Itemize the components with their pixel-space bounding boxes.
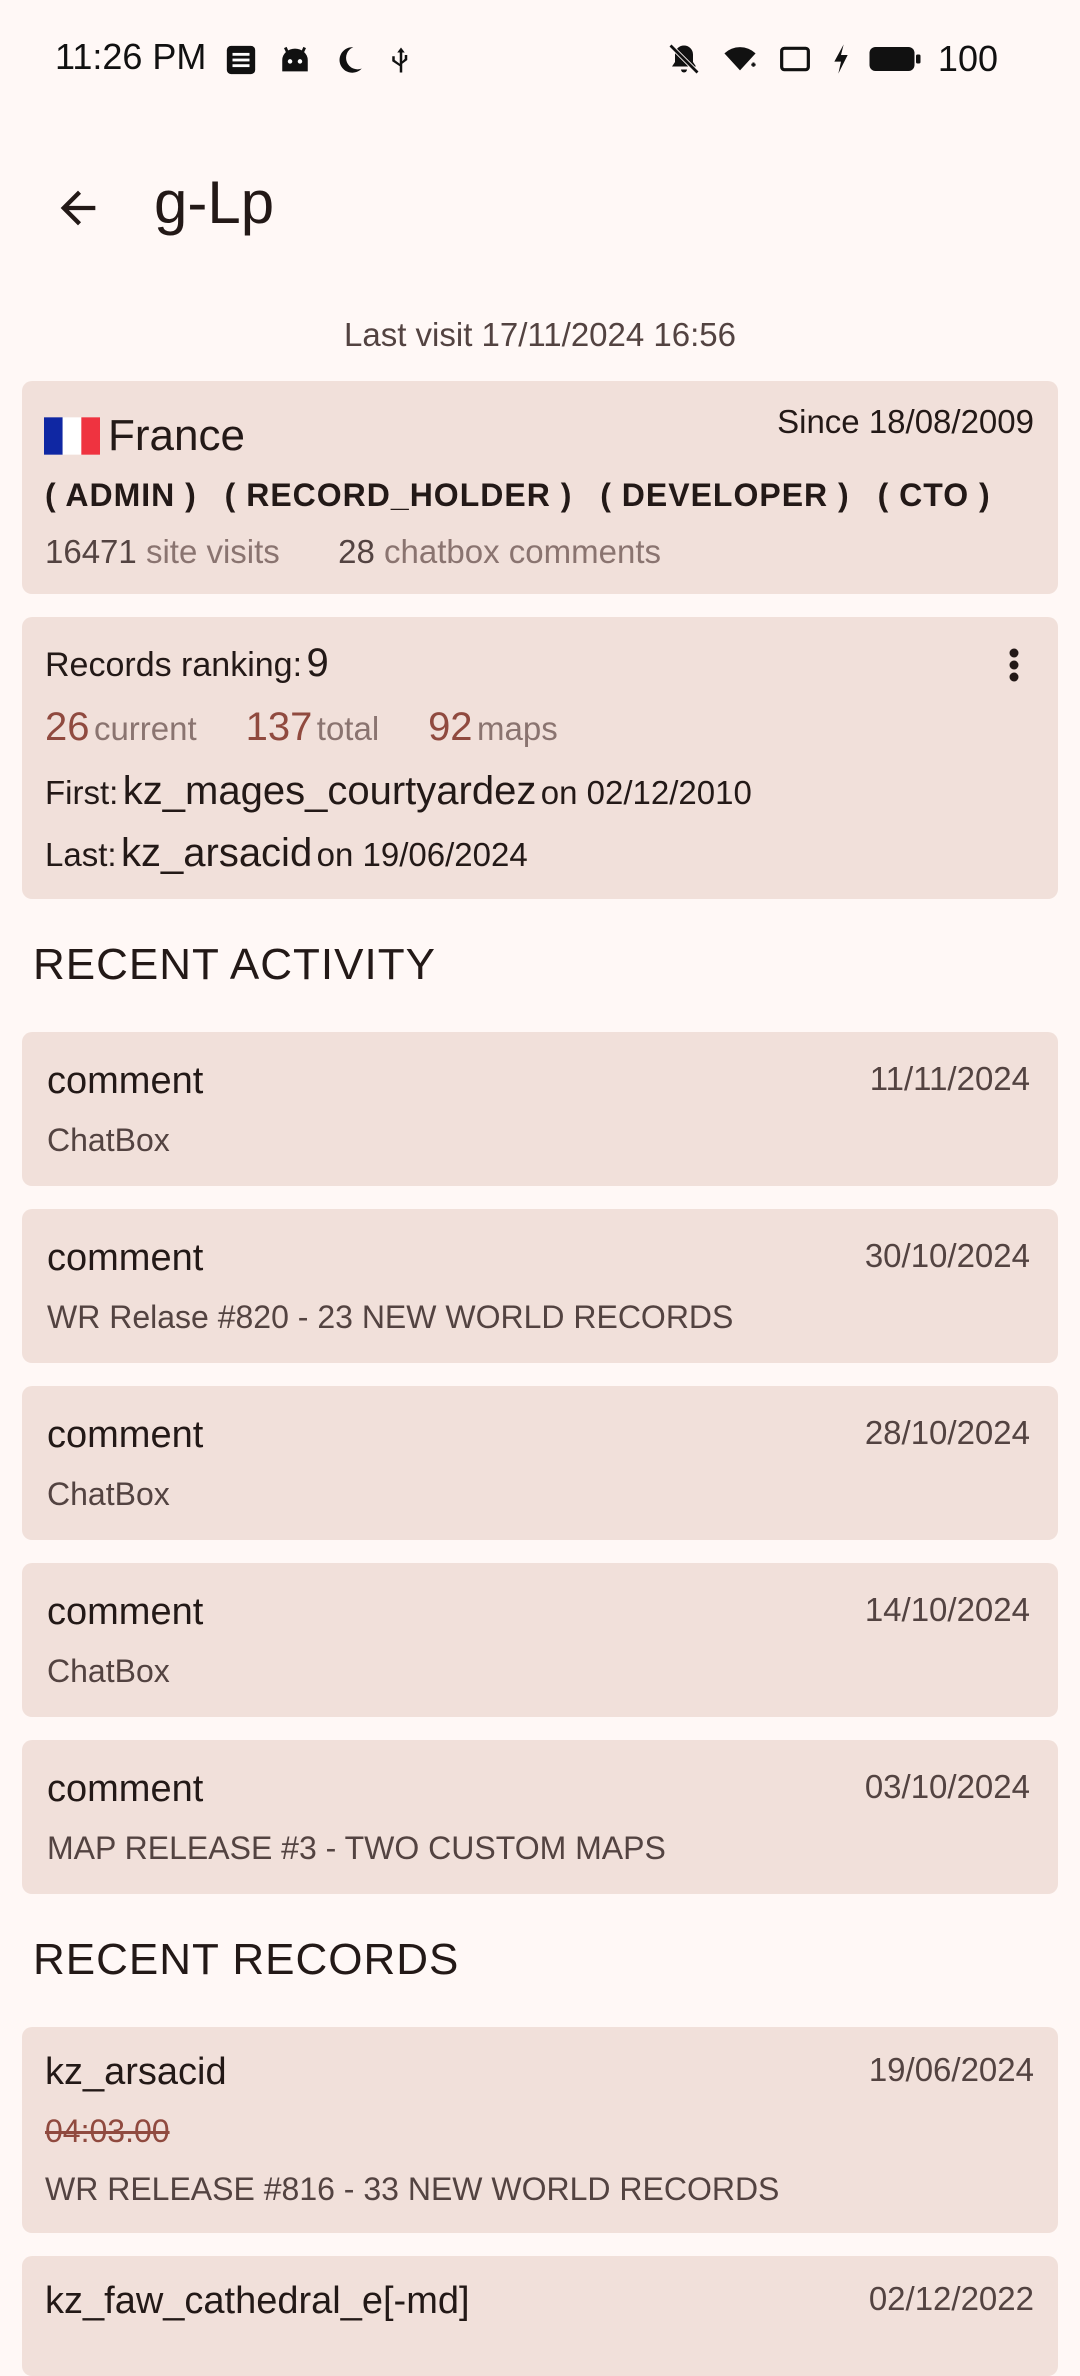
back-button[interactable]	[48, 178, 108, 238]
more-options-button[interactable]	[992, 643, 1036, 687]
current-label: current	[93, 710, 197, 747]
activity-item[interactable]: comment 28/10/2024 ChatBox	[22, 1386, 1058, 1540]
role-badge: ( DEVELOPER )	[600, 477, 850, 513]
records-card: Records ranking: 9 26 current 137 total …	[22, 617, 1058, 899]
country-name: France	[108, 411, 245, 460]
comments-label: chatbox comments	[384, 533, 661, 570]
country: France	[44, 411, 245, 461]
activity-item[interactable]: comment 11/11/2024 ChatBox	[22, 1032, 1058, 1186]
last-label: Last:	[45, 836, 117, 873]
activity-type: comment	[47, 1060, 204, 1102]
activity-subject: ChatBox	[47, 1476, 170, 1512]
last-visit: Last visit 17/11/2024 16:56	[343, 316, 736, 353]
activity-type: comment	[47, 1237, 204, 1279]
activity-date: 11/11/2024	[869, 1060, 1030, 1097]
recent-activity-heading: RECENT ACTIVITY	[33, 940, 436, 989]
first-date: on 02/12/2010	[540, 774, 752, 811]
comments-count: 28	[338, 533, 375, 570]
activity-subject: ChatBox	[47, 1653, 170, 1689]
ranking-value: 9	[306, 641, 329, 685]
site-visits-label: site visits	[145, 533, 280, 570]
activity-subject: WR Relase #820 - 23 NEW WORLD RECORDS	[47, 1299, 734, 1335]
first-map-link[interactable]: kz_mages_courtyardez	[123, 769, 537, 813]
status-bar: 11:26 PM 100	[0, 0, 1080, 120]
site-visits-count: 16471	[45, 533, 137, 570]
role-badge: ( CTO )	[877, 477, 991, 513]
cast-icon	[779, 46, 810, 72]
role-badge: ( RECORD_HOLDER )	[224, 477, 573, 513]
record-item[interactable]: kz_faw_cathedral_e[-md] 02/12/2022	[22, 2256, 1058, 2376]
status-icons-left	[224, 42, 416, 78]
status-time: 11:26 PM	[55, 36, 207, 77]
record-item[interactable]: kz_arsacid 19/06/2024 04:03.00 WR RELEAS…	[22, 2027, 1058, 2233]
profile-card: France Since 18/08/2009 ( ADMIN ) ( RECO…	[22, 381, 1058, 594]
activity-date: 30/10/2024	[864, 1237, 1030, 1274]
last-record: Last: kz_arsacid on 19/06/2024	[45, 831, 528, 876]
record-release: WR RELEASE #816 - 33 NEW WORLD RECORDS	[45, 2171, 780, 2207]
first-label: First:	[45, 774, 119, 811]
activity-date: 03/10/2024	[864, 1768, 1030, 1805]
profile-stats: 16471 site visits 28 chatbox comments	[45, 533, 661, 571]
recent-records-heading: RECENT RECORDS	[33, 1935, 460, 1984]
activity-type: comment	[47, 1414, 204, 1456]
activity-item[interactable]: comment 03/10/2024 MAP RELEASE #3 - TWO …	[22, 1740, 1058, 1894]
current-count: 26	[45, 705, 90, 749]
activity-subject: MAP RELEASE #3 - TWO CUSTOM MAPS	[47, 1830, 666, 1866]
france-flag-icon	[44, 417, 100, 455]
activity-item[interactable]: comment 30/10/2024 WR Relase #820 - 23 N…	[22, 1209, 1058, 1363]
activity-type: comment	[47, 1768, 204, 1810]
page-title: g-Lp	[154, 169, 275, 236]
ranking-label: Records ranking:	[45, 646, 303, 684]
records-ranking: Records ranking: 9	[45, 641, 329, 686]
activity-subject: ChatBox	[47, 1122, 170, 1158]
charging-icon	[834, 44, 848, 74]
record-map: kz_arsacid	[45, 2051, 227, 2093]
mute-icon	[668, 43, 700, 75]
last-map-link[interactable]: kz_arsacid	[121, 831, 312, 875]
records-stats: 26 current 137 total 92 maps	[45, 705, 558, 750]
activity-item[interactable]: comment 14/10/2024 ChatBox	[22, 1563, 1058, 1717]
activity-date: 14/10/2024	[864, 1591, 1030, 1628]
role-badge: ( ADMIN )	[45, 477, 197, 513]
maps-label: maps	[477, 710, 558, 747]
more-vert-icon	[1009, 648, 1019, 682]
record-time: 04:03.00	[45, 2113, 170, 2149]
member-since: Since 18/08/2009	[777, 403, 1034, 440]
android-icon	[282, 46, 308, 72]
battery-level: 100	[937, 38, 998, 79]
record-date: 19/06/2024	[868, 2051, 1034, 2088]
last-date: on 19/06/2024	[316, 836, 528, 873]
usb-icon	[392, 47, 408, 73]
back-arrow-icon	[60, 190, 96, 226]
record-date: 02/12/2022	[868, 2280, 1034, 2317]
maps-count: 92	[428, 705, 473, 749]
activity-date: 28/10/2024	[864, 1414, 1030, 1451]
activity-type: comment	[47, 1591, 204, 1633]
moon-icon	[339, 47, 362, 73]
status-icons-right: 100	[664, 38, 998, 80]
wifi-icon	[724, 47, 756, 71]
first-record: First: kz_mages_courtyardez on 02/12/201…	[45, 769, 752, 814]
total-label: total	[316, 710, 380, 747]
roles: ( ADMIN ) ( RECORD_HOLDER ) ( DEVELOPER …	[45, 477, 1009, 514]
battery-icon	[869, 47, 921, 71]
record-map: kz_faw_cathedral_e[-md]	[45, 2280, 470, 2322]
notes-icon	[226, 45, 256, 75]
total-count: 137	[245, 705, 313, 749]
